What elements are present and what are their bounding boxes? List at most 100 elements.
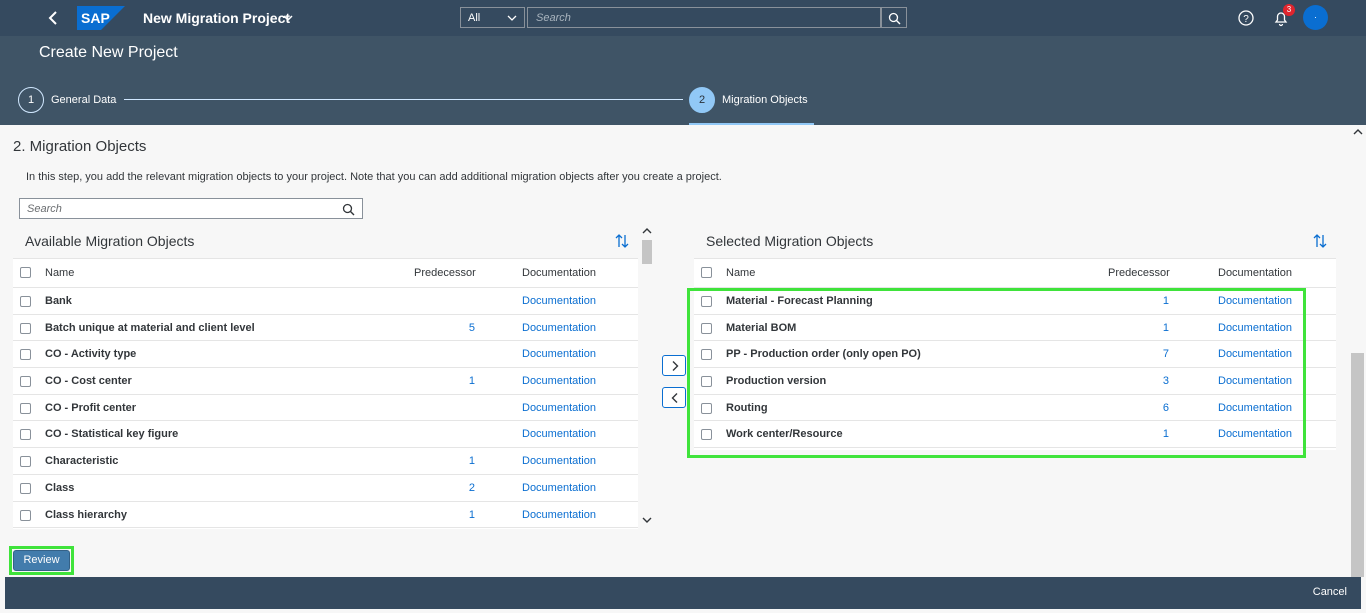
row-documentation-link[interactable]: Documentation [522, 348, 596, 360]
table-row[interactable]: CO - Profit center Documentation [13, 394, 638, 422]
wizard-step-2-number[interactable]: 2 [689, 87, 715, 113]
table-row[interactable]: CO - Activity type Documentation [13, 341, 638, 369]
row-documentation-link[interactable]: Documentation [522, 295, 596, 307]
row-predecessor-link[interactable]: 5 [455, 322, 475, 334]
column-predecessor[interactable]: Predecessor [414, 267, 476, 279]
table-row[interactable]: Class 2 Documentation [13, 474, 638, 502]
shell-search-button[interactable] [881, 7, 907, 28]
column-documentation[interactable]: Documentation [1218, 267, 1292, 279]
wizard-step-1-number[interactable]: 1 [18, 87, 44, 113]
chevron-up-icon[interactable] [640, 224, 654, 238]
table-row[interactable]: Routing 6 Documentation [694, 394, 1336, 422]
row-checkbox[interactable] [701, 349, 712, 361]
table-row[interactable]: Bank Documentation [13, 288, 638, 315]
svg-text:?: ? [1243, 14, 1249, 25]
select-all-checkbox[interactable] [20, 267, 31, 278]
chevron-down-icon[interactable] [282, 12, 294, 24]
app-title[interactable]: New Migration Project [143, 10, 290, 26]
row-checkbox[interactable] [20, 509, 31, 521]
table-row[interactable]: Production version 3 Documentation [694, 368, 1336, 395]
table-row[interactable]: Class hierarchy 1 Documentation [13, 501, 638, 529]
row-checkbox[interactable] [20, 402, 31, 414]
row-checkbox[interactable] [701, 429, 712, 441]
row-documentation-link[interactable]: Documentation [1218, 428, 1292, 440]
table-row[interactable]: Work center/Resource 1 Documentation [694, 421, 1336, 449]
row-checkbox[interactable] [20, 376, 31, 388]
table-row[interactable]: Material BOM 1 Documentation [694, 314, 1336, 342]
row-documentation-link[interactable]: Documentation [522, 322, 596, 334]
row-predecessor-link[interactable]: 1 [455, 455, 475, 467]
row-documentation-link[interactable]: Documentation [1218, 295, 1292, 307]
scrollbar-thumb[interactable] [642, 240, 652, 264]
available-scrollbar[interactable] [640, 224, 654, 529]
row-name: Material - Forecast Planning [726, 295, 873, 307]
wizard-step-2-label[interactable]: Migration Objects [722, 94, 808, 106]
add-to-selected-button[interactable] [662, 355, 686, 376]
row-checkbox[interactable] [20, 349, 31, 361]
shell-search-input[interactable]: Search [527, 7, 881, 28]
wizard-step-1-label[interactable]: General Data [51, 94, 116, 106]
row-documentation-link[interactable]: Documentation [1218, 375, 1292, 387]
review-button[interactable]: Review [13, 550, 70, 571]
row-documentation-link[interactable]: Documentation [522, 402, 596, 414]
row-predecessor-link[interactable]: 1 [1149, 295, 1169, 307]
remove-from-selected-button[interactable] [662, 387, 686, 408]
row-documentation-link[interactable]: Documentation [522, 428, 596, 440]
row-predecessor-link[interactable]: 7 [1149, 348, 1169, 360]
table-row[interactable]: Material - Forecast Planning 1 Documentati… [694, 288, 1336, 315]
help-icon[interactable]: ? [1237, 9, 1255, 27]
back-icon[interactable] [44, 8, 64, 28]
select-all-checkbox[interactable] [701, 267, 712, 278]
row-predecessor-link[interactable]: 1 [1149, 322, 1169, 334]
column-name[interactable]: Name [726, 267, 755, 279]
column-documentation[interactable]: Documentation [522, 267, 596, 279]
row-predecessor-link[interactable]: 1 [1149, 428, 1169, 440]
table-row[interactable]: CO - Cost center 1 Documentation [13, 368, 638, 395]
cancel-button[interactable]: Cancel [1313, 586, 1347, 598]
row-documentation-link[interactable]: Documentation [522, 375, 596, 387]
search-input[interactable]: Search [19, 198, 363, 219]
table-row[interactable]: CO - Statistical key figure Documentation [13, 421, 638, 449]
sort-icon[interactable] [1312, 233, 1328, 249]
row-checkbox[interactable] [701, 296, 712, 307]
row-checkbox[interactable] [20, 456, 31, 468]
row-documentation-link[interactable]: Documentation [1218, 322, 1292, 334]
row-documentation-link[interactable]: Documentation [522, 509, 596, 521]
row-predecessor-link[interactable]: 1 [455, 375, 475, 387]
sort-icon[interactable] [614, 233, 630, 249]
section-intro: In this step, you add the relevant migra… [26, 171, 722, 183]
table-row[interactable]: Batch unique at material and client leve… [13, 314, 638, 342]
row-name: Class hierarchy [45, 508, 127, 521]
row-checkbox[interactable] [20, 296, 31, 307]
row-checkbox[interactable] [701, 322, 712, 334]
row-documentation-link[interactable]: Documentation [1218, 402, 1292, 414]
sap-logo[interactable]: SAP [77, 6, 125, 30]
search-scope-select[interactable]: All [460, 7, 525, 28]
row-predecessor-link[interactable]: 3 [1149, 375, 1169, 387]
chevron-down-icon [507, 13, 517, 23]
table-row[interactable]: PP - Production order (only open PO) 7 Doc… [694, 341, 1336, 369]
row-documentation-link[interactable]: Documentation [522, 482, 596, 494]
row-predecessor-link[interactable]: 1 [455, 509, 475, 521]
row-documentation-link[interactable]: Documentation [1218, 348, 1292, 360]
search-icon[interactable] [342, 203, 355, 216]
row-predecessor-link[interactable]: 2 [455, 482, 475, 494]
row-checkbox[interactable] [701, 402, 712, 414]
avatar[interactable]: · [1303, 5, 1328, 30]
chevron-up-icon[interactable] [1351, 125, 1365, 139]
row-predecessor-link[interactable]: 6 [1149, 402, 1169, 414]
row-name: Material BOM [726, 321, 797, 334]
row-checkbox[interactable] [20, 429, 31, 441]
page-scrollbar[interactable] [1349, 125, 1366, 577]
svg-text:SAP: SAP [81, 10, 110, 26]
row-documentation-link[interactable]: Documentation [522, 455, 596, 467]
table-row[interactable]: Characteristic 1 Documentation [13, 448, 638, 475]
page-title: Create New Project [39, 44, 178, 61]
row-checkbox[interactable] [20, 322, 31, 334]
chevron-down-icon[interactable] [640, 513, 654, 527]
scrollbar-thumb[interactable] [1351, 353, 1364, 577]
row-checkbox[interactable] [701, 376, 712, 388]
column-predecessor[interactable]: Predecessor [1108, 267, 1170, 279]
row-checkbox[interactable] [20, 482, 31, 494]
column-name[interactable]: Name [45, 267, 74, 279]
